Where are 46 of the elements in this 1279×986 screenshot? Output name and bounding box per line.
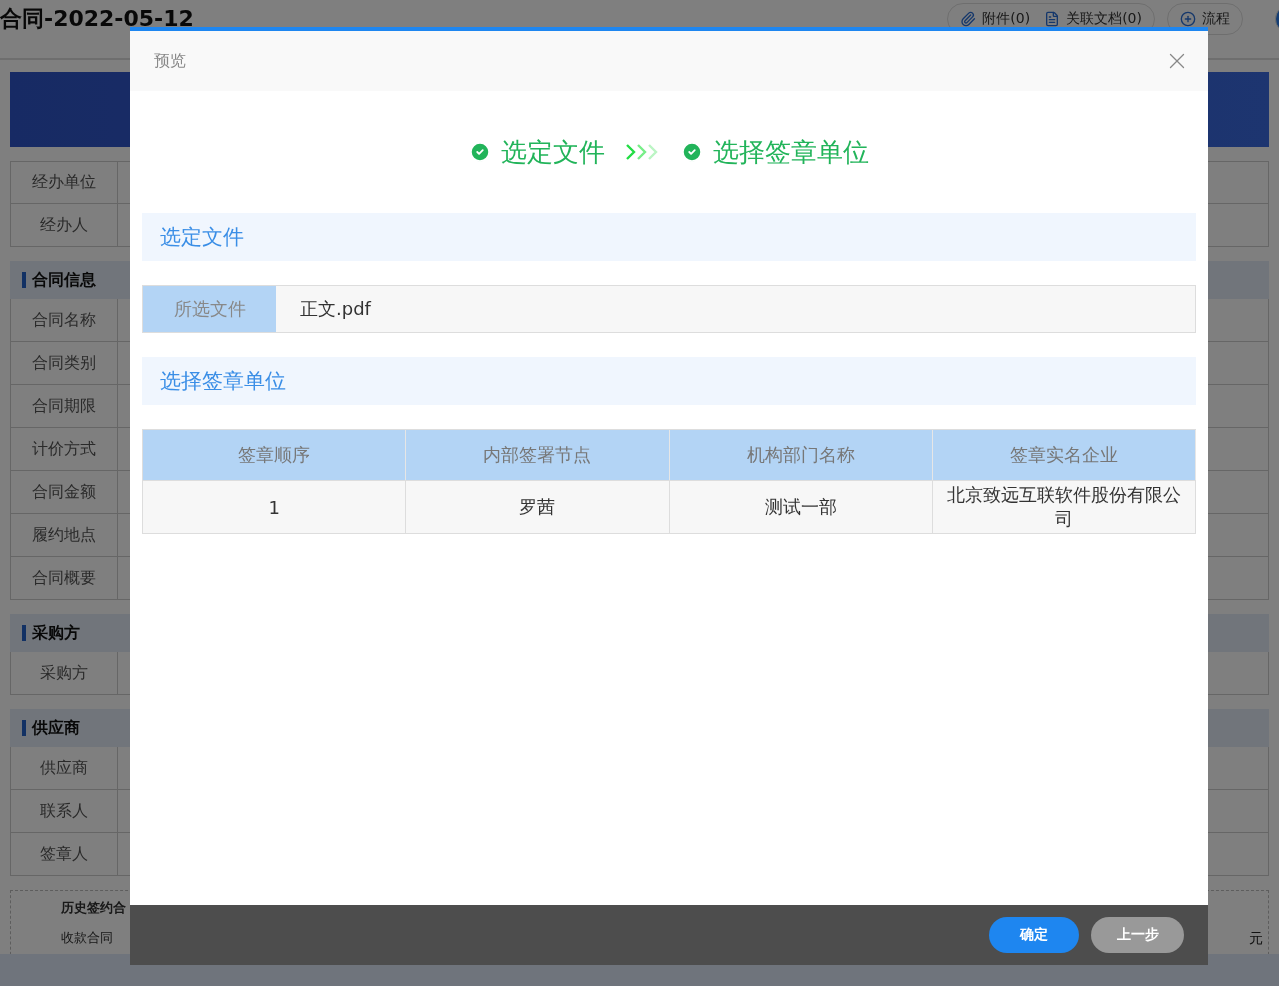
history-title: 历史签约合 <box>61 899 126 917</box>
field-label: 所选文件 <box>143 286 276 332</box>
field-label: 供应商 <box>11 747 118 789</box>
field-label: 合同期限 <box>11 385 118 427</box>
table-cell: 测试一部 <box>669 480 933 533</box>
field-label: 签章人 <box>11 833 118 875</box>
field-label: 合同名称 <box>11 299 118 341</box>
plus-circle-icon <box>1180 11 1196 27</box>
table-cell: 1 <box>143 480 407 533</box>
action-link[interactable]: 流程 <box>1180 10 1230 28</box>
column-header: 机构部门名称 <box>669 430 933 480</box>
section-title: 合同信息 <box>32 269 96 291</box>
step-label: 选择签章单位 <box>713 135 869 169</box>
field-value: 正文.pdf <box>276 286 1195 332</box>
column-header: 内部签署节点 <box>406 430 670 480</box>
field-label: 经办单位 <box>11 162 118 203</box>
column-header: 签章顺序 <box>143 430 407 480</box>
section-title: 供应商 <box>32 717 80 739</box>
field-label: 合同类别 <box>11 342 118 384</box>
back-button[interactable]: 上一步 <box>1091 917 1184 953</box>
field-label: 计价方式 <box>11 428 118 470</box>
field-label: 联系人 <box>11 790 118 832</box>
dialog-title: 预览 <box>154 50 186 72</box>
field-label: 合同概要 <box>11 557 118 599</box>
unit-label: 元 <box>1249 930 1263 948</box>
action-link[interactable]: 附件(0) <box>960 10 1031 28</box>
field-label: 合同金额 <box>11 471 118 513</box>
step-label: 选定文件 <box>501 135 605 169</box>
history-row-label: 收款合同 <box>61 929 113 947</box>
accent-bar <box>22 625 26 641</box>
field-label: 采购方 <box>11 652 118 694</box>
section-header: 选择签章单位 <box>142 357 1196 405</box>
accent-bar <box>22 720 26 736</box>
section-header: 选定文件 <box>142 213 1196 261</box>
table-cell: 罗茜 <box>406 480 670 533</box>
field-label: 履约地点 <box>11 514 118 556</box>
page-title: 合同-2022-05-12 <box>0 5 194 33</box>
table-cell: 北京致远互联软件股份有限公司 <box>932 480 1196 533</box>
document-icon <box>1044 11 1061 27</box>
accent-bar <box>22 272 26 288</box>
paperclip-icon <box>960 11 977 27</box>
section-title: 采购方 <box>32 622 80 644</box>
field-label: 经办人 <box>11 204 118 246</box>
confirm-button[interactable]: 确定 <box>989 917 1079 953</box>
action-link[interactable]: 关联文档(0) <box>1044 10 1142 28</box>
column-header: 签章实名企业 <box>932 430 1196 480</box>
